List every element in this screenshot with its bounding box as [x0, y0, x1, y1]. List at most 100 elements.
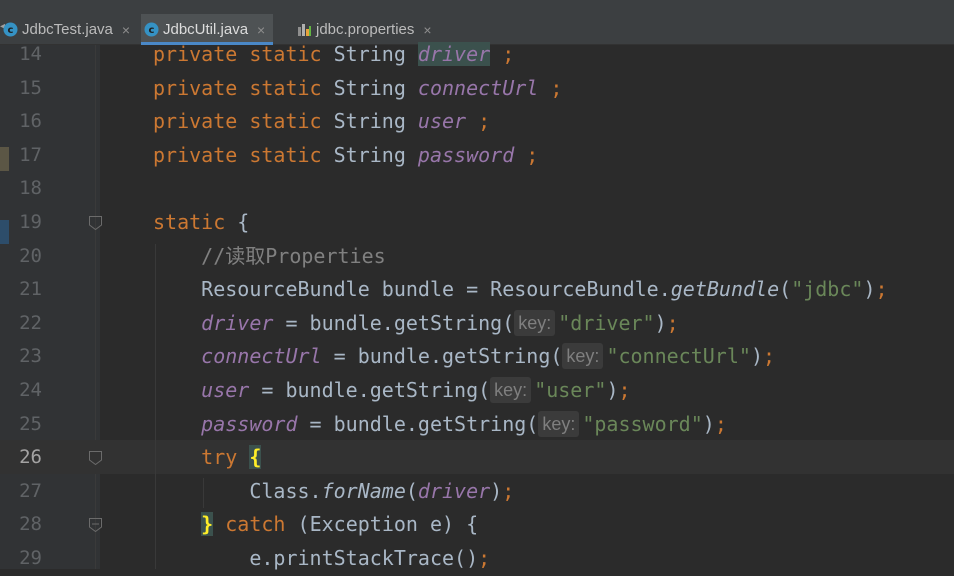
keyword-token: ;	[762, 344, 776, 369]
code-line[interactable]: 20 //读取Properties	[0, 240, 954, 274]
keyword-token: ;	[478, 109, 491, 134]
plain-token: String	[321, 142, 418, 167]
fold-toggle-icon[interactable]	[88, 517, 103, 533]
code-line[interactable]: 21 ResourceBundle bundle = ResourceBundl…	[0, 273, 954, 307]
field-token-highlighted: driver	[417, 42, 491, 66]
line-number: 24	[19, 379, 42, 401]
line-number: 27	[19, 479, 42, 502]
keyword-token: try	[201, 445, 238, 470]
java-class-icon: c	[3, 22, 18, 37]
close-tab-icon[interactable]: ×	[257, 22, 265, 38]
code-line[interactable]: 24 user = bundle.getString(key: "user");	[0, 374, 954, 408]
line-code: private static String user ;	[153, 105, 490, 139]
plain-token: = bundle.getString(	[321, 344, 563, 369]
code-line[interactable]: 29 e.printStackTrace();	[0, 542, 954, 576]
plain-token: Class.	[153, 478, 322, 503]
fold-toggle-icon[interactable]	[88, 450, 103, 466]
code-line[interactable]: 14 private static String driver ;	[0, 38, 954, 72]
line-number: 23	[19, 345, 42, 368]
close-tab-icon[interactable]: ×	[122, 22, 130, 38]
line-code: } catch (Exception e) {	[153, 508, 478, 542]
code-line[interactable]: 26 try {	[0, 441, 954, 475]
string-token: "password"	[582, 411, 703, 436]
plain-token: )	[750, 344, 763, 369]
code-line[interactable]: 28 } catch (Exception e) {	[0, 508, 954, 542]
line-number: 21	[19, 278, 42, 301]
code-line[interactable]: 19 static {	[0, 206, 954, 240]
code-line[interactable]: 22 driver = bundle.getString(key: "driver…	[0, 307, 954, 341]
close-tab-icon[interactable]: ×	[423, 22, 431, 38]
line-number: 22	[19, 311, 42, 334]
parameter-hint: key:	[562, 343, 604, 370]
matched-brace: {	[249, 445, 262, 470]
line-code: driver = bundle.getString(key: "driver");	[153, 307, 679, 341]
code-line[interactable]: 15 private static String connectUrl ;	[0, 72, 954, 106]
plain-token: )	[863, 277, 876, 302]
plain-token: = bundle.getString(	[273, 310, 515, 335]
plain-token: String	[321, 42, 418, 66]
line-code: static {	[153, 206, 249, 240]
string-token: "jdbc"	[791, 277, 864, 302]
parameter-hint: key:	[490, 377, 532, 403]
keyword-token: catch	[225, 512, 286, 537]
keyword-token: ;	[502, 42, 515, 66]
line-number: 19	[19, 211, 42, 233]
method-token: getBundle	[670, 277, 780, 302]
method-token: forName	[321, 478, 406, 503]
string-token: "user"	[534, 378, 607, 402]
code-line[interactable]: 17 private static String password ;	[0, 139, 954, 173]
code-line[interactable]: 16 private static String user ;	[0, 105, 954, 139]
line-number: 20	[19, 244, 42, 267]
field-token: password	[417, 142, 515, 167]
matched-brace: }	[201, 512, 214, 537]
tab-label: JdbcTest.java	[22, 21, 113, 38]
fold-toggle-icon[interactable]	[88, 215, 103, 231]
keyword-token: private	[153, 75, 238, 100]
line-code: user = bundle.getString(key: "user");	[153, 374, 631, 408]
field-token: user	[417, 109, 467, 134]
plain-token: )	[490, 478, 503, 503]
plain-token: = bundle.getString(	[249, 378, 491, 402]
code-line[interactable]: 18	[0, 172, 954, 206]
field-token: connectUrl	[201, 344, 322, 369]
keyword-token: static	[249, 109, 322, 134]
line-number: 16	[19, 110, 42, 133]
plain-token: (	[405, 478, 418, 503]
field-token: driver	[417, 478, 491, 503]
keyword-token: ;	[714, 411, 727, 436]
keyword-token: ;	[618, 378, 631, 402]
plain-token: {	[225, 210, 250, 234]
code-line[interactable]: 23 connectUrl = bundle.getString(key: "co…	[0, 340, 954, 374]
plain-token: e.printStackTrace()	[153, 546, 479, 570]
line-number: 26	[19, 446, 42, 469]
line-code: connectUrl = bundle.getString(key: "conne…	[153, 340, 775, 374]
string-token: "driver"	[558, 310, 655, 335]
keyword-token: static	[249, 75, 322, 100]
code-line[interactable]: 25 password = bundle.getString(key: "pass…	[0, 408, 954, 442]
keyword-token: static	[153, 210, 226, 234]
svg-text:c: c	[149, 25, 155, 36]
field-token: connectUrl	[417, 75, 539, 100]
code-line[interactable]: 27 Class.forName(driver);	[0, 475, 954, 509]
keyword-token: private	[153, 109, 238, 134]
line-code: e.printStackTrace();	[153, 542, 490, 576]
plain-token: (Exception e) {	[285, 512, 479, 537]
keyword-token: ;	[478, 546, 491, 570]
tab-label: jdbc.properties	[316, 21, 415, 38]
plain-token: = bundle.getString(	[297, 411, 539, 436]
keyword-token: ;	[550, 75, 563, 100]
field-token: user	[201, 378, 250, 402]
line-number: 18	[19, 177, 42, 200]
